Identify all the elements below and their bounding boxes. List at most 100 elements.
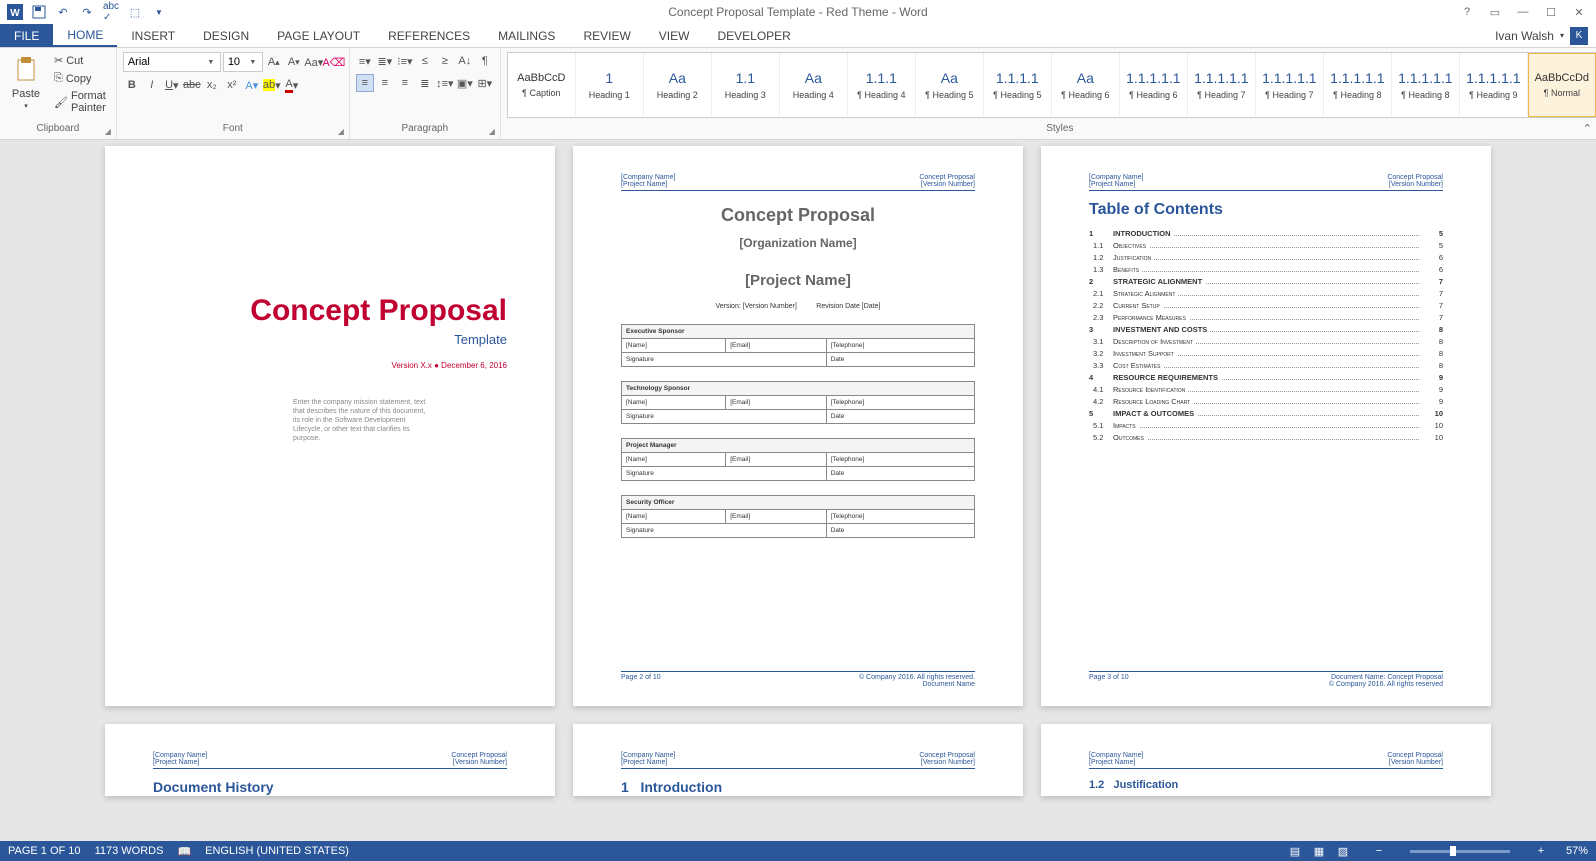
- toc-row[interactable]: 4.1Resource Identification9: [1089, 385, 1443, 394]
- page-2[interactable]: [Company Name][Project Name] Concept Pro…: [573, 146, 1023, 706]
- tab-review[interactable]: REVIEW: [569, 24, 644, 47]
- toc-row[interactable]: 5.1Impacts10: [1089, 421, 1443, 430]
- styles-gallery[interactable]: AaBbCcD¶ Caption1Heading 1AaHeading 21.1…: [507, 52, 1596, 118]
- customize-qat-icon[interactable]: ▼: [148, 1, 170, 23]
- tab-insert[interactable]: INSERT: [117, 24, 189, 47]
- tab-mailings[interactable]: MAILINGS: [484, 24, 569, 47]
- tab-developer[interactable]: DEVELOPER: [703, 24, 804, 47]
- font-size-input[interactable]: [224, 53, 244, 71]
- style-item[interactable]: AaHeading 2: [644, 53, 712, 117]
- numbering-icon[interactable]: ≣▾: [376, 52, 394, 70]
- page-5[interactable]: [Company Name][Project Name] Concept Pro…: [573, 724, 1023, 796]
- page-6[interactable]: [Company Name][Project Name] Concept Pro…: [1041, 724, 1491, 796]
- font-color-icon[interactable]: A▾: [283, 76, 301, 94]
- style-item[interactable]: 1.1.1¶ Heading 4: [848, 53, 916, 117]
- font-size-dropdown[interactable]: ▼: [244, 53, 262, 71]
- user-account[interactable]: Ivan Walsh ▾ K: [1487, 24, 1596, 47]
- toc-row[interactable]: 2.3Performance Measures7: [1089, 313, 1443, 322]
- tab-references[interactable]: REFERENCES: [374, 24, 484, 47]
- style-item[interactable]: AaBbCcDd¶ Normal: [1528, 53, 1596, 117]
- grow-font-icon[interactable]: A▴: [265, 53, 283, 71]
- align-center-icon[interactable]: ≡: [376, 74, 394, 92]
- document-canvas[interactable]: Concept Proposal Template Version X.x ● …: [0, 140, 1596, 841]
- cut-button[interactable]: ✂Cut: [50, 52, 110, 69]
- ribbon-display-icon[interactable]: ▭: [1482, 2, 1508, 22]
- decrease-indent-icon[interactable]: ≤: [416, 52, 434, 70]
- tab-home[interactable]: HOME: [53, 24, 117, 47]
- style-item[interactable]: 1.1.1.1.1¶ Heading 9: [1460, 53, 1528, 117]
- toc-row[interactable]: 5Impact & Outcomes10: [1089, 409, 1443, 418]
- paste-button[interactable]: Paste ▾: [6, 52, 46, 112]
- tab-view[interactable]: VIEW: [645, 24, 704, 47]
- collapse-ribbon-icon[interactable]: ⌃: [1583, 122, 1592, 135]
- line-spacing-icon[interactable]: ↕≡▾: [436, 74, 454, 92]
- undo-icon[interactable]: ↶: [52, 1, 74, 23]
- close-icon[interactable]: ✕: [1566, 2, 1592, 22]
- print-layout-icon[interactable]: ▦: [1308, 843, 1330, 859]
- highlight-icon[interactable]: ab▾: [263, 76, 281, 94]
- increase-indent-icon[interactable]: ≥: [436, 52, 454, 70]
- zoom-in-icon[interactable]: +: [1530, 843, 1552, 859]
- shrink-font-icon[interactable]: A▾: [285, 53, 303, 71]
- spellcheck-icon[interactable]: abc✓: [100, 1, 122, 23]
- style-item[interactable]: 1.1.1.1.1¶ Heading 6: [1120, 53, 1188, 117]
- show-marks-icon[interactable]: ¶: [476, 52, 494, 70]
- superscript-icon[interactable]: x²: [223, 76, 241, 94]
- toc-row[interactable]: 2.2Current Setup7: [1089, 301, 1443, 310]
- toc-row[interactable]: 4.2Resource Loading Chart9: [1089, 397, 1443, 406]
- toc-row[interactable]: 3.1Description of Investment8: [1089, 337, 1443, 346]
- toc-row[interactable]: 3.2Investment Support8: [1089, 349, 1443, 358]
- style-item[interactable]: 1.1Heading 3: [712, 53, 780, 117]
- style-item[interactable]: 1Heading 1: [576, 53, 644, 117]
- status-words[interactable]: 1173 WORDS: [95, 845, 164, 857]
- bold-icon[interactable]: B: [123, 76, 141, 94]
- status-page[interactable]: PAGE 1 OF 10: [8, 845, 81, 857]
- toc-row[interactable]: 3.3Cost Estimates8: [1089, 361, 1443, 370]
- toc-row[interactable]: 4Resource Requirements9: [1089, 373, 1443, 382]
- underline-icon[interactable]: U▾: [163, 76, 181, 94]
- strike-icon[interactable]: abc: [183, 76, 201, 94]
- font-launcher[interactable]: ◢: [335, 125, 347, 137]
- style-item[interactable]: 1.1.1.1.1¶ Heading 8: [1324, 53, 1392, 117]
- page-1[interactable]: Concept Proposal Template Version X.x ● …: [105, 146, 555, 706]
- proofing-icon[interactable]: 📖: [177, 845, 191, 858]
- zoom-out-icon[interactable]: −: [1368, 843, 1390, 859]
- page-4[interactable]: [Company Name][Project Name] Concept Pro…: [105, 724, 555, 796]
- justify-icon[interactable]: ≣: [416, 74, 434, 92]
- toc-row[interactable]: 1.2Justification6: [1089, 253, 1443, 262]
- italic-icon[interactable]: I: [143, 76, 161, 94]
- toc-row[interactable]: 1.1Objectives5: [1089, 241, 1443, 250]
- toc-row[interactable]: 2.1Strategic Alignment7: [1089, 289, 1443, 298]
- tab-pagelayout[interactable]: PAGE LAYOUT: [263, 24, 374, 47]
- style-item[interactable]: 1.1.1.1.1¶ Heading 8: [1392, 53, 1460, 117]
- status-language[interactable]: ENGLISH (UNITED STATES): [205, 845, 349, 857]
- subscript-icon[interactable]: x₂: [203, 76, 221, 94]
- zoom-slider[interactable]: [1410, 850, 1510, 853]
- help-icon[interactable]: ?: [1454, 2, 1480, 22]
- zoom-level[interactable]: 57%: [1566, 845, 1588, 857]
- style-item[interactable]: AaHeading 4: [780, 53, 848, 117]
- format-painter-button[interactable]: 🖌Format Painter: [50, 88, 110, 116]
- text-effects-icon[interactable]: A▾: [243, 76, 261, 94]
- bullets-icon[interactable]: ≡▾: [356, 52, 374, 70]
- toc-row[interactable]: 5.2Outcomes10: [1089, 433, 1443, 442]
- toc-row[interactable]: 1.3Benefits6: [1089, 265, 1443, 274]
- style-item[interactable]: Aa¶ Heading 6: [1052, 53, 1120, 117]
- font-name-input[interactable]: [124, 53, 202, 71]
- toc-row[interactable]: 3Investment and Costs8: [1089, 325, 1443, 334]
- align-right-icon[interactable]: ≡: [396, 74, 414, 92]
- paragraph-launcher[interactable]: ◢: [486, 125, 498, 137]
- sort-icon[interactable]: A↓: [456, 52, 474, 70]
- multilevel-icon[interactable]: ⁝≡▾: [396, 52, 414, 70]
- font-name-dropdown[interactable]: ▼: [202, 53, 220, 71]
- read-mode-icon[interactable]: ▤: [1284, 843, 1306, 859]
- change-case-icon[interactable]: Aa▾: [305, 53, 323, 71]
- style-item[interactable]: 1.1.1.1¶ Heading 5: [984, 53, 1052, 117]
- style-item[interactable]: Aa¶ Heading 5: [916, 53, 984, 117]
- web-layout-icon[interactable]: ▨: [1332, 843, 1354, 859]
- clear-format-icon[interactable]: A⌫: [325, 53, 343, 71]
- align-left-icon[interactable]: ≡: [356, 74, 374, 92]
- touch-mode-icon[interactable]: ⬚: [124, 1, 146, 23]
- toc-row[interactable]: 1Introduction5: [1089, 229, 1443, 238]
- tab-design[interactable]: DESIGN: [189, 24, 263, 47]
